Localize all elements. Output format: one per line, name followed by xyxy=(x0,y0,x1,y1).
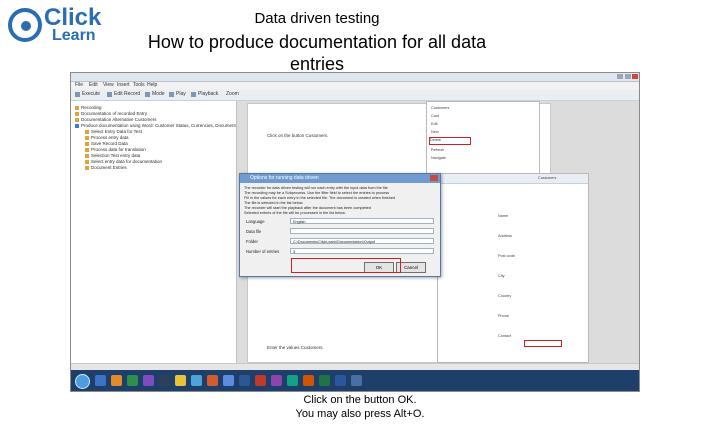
play-icon[interactable] xyxy=(169,92,174,97)
tree-item[interactable]: Save Record Data xyxy=(85,141,128,146)
dialog-info-line: Selected entries of the file will be pro… xyxy=(244,211,346,215)
tree-item-selected[interactable]: Produce documentation using Word: Custom… xyxy=(75,123,253,128)
tree-item[interactable]: Documentation of recorded Entry xyxy=(75,111,147,116)
start-button-icon[interactable] xyxy=(75,374,90,389)
word-icon[interactable] xyxy=(335,375,346,386)
step-icon xyxy=(85,135,89,140)
app-icon[interactable] xyxy=(175,375,186,386)
mode-icon[interactable] xyxy=(145,92,150,97)
entries-count-input[interactable]: 3 xyxy=(290,248,434,254)
tree-item[interactable]: Select Entry Data for Test xyxy=(85,129,142,134)
toolbar-edit-record[interactable]: Edit Record xyxy=(114,91,140,97)
step-icon xyxy=(85,153,89,158)
caption-line-1: Click on the button OK. xyxy=(303,394,417,406)
dialog-info-line: The recording may be a Subprocess. Use t… xyxy=(244,191,390,195)
language-label: Language xyxy=(246,219,265,224)
clicklearn-logo-icon xyxy=(8,8,42,42)
toolbar-zoom[interactable]: Zoom xyxy=(226,91,239,97)
step-icon xyxy=(85,147,89,152)
menu-tools[interactable]: Tools xyxy=(133,82,145,88)
app-icon[interactable] xyxy=(223,375,234,386)
dialog-info-line: Fill in the values for each entry in the… xyxy=(244,196,396,200)
toolbar-execute[interactable]: Execute xyxy=(82,91,100,97)
app-icon[interactable] xyxy=(191,375,202,386)
edit-icon[interactable] xyxy=(107,92,112,97)
dialog-info-line: The file is selected in the list below. xyxy=(244,201,304,205)
folder-icon xyxy=(75,123,79,128)
execute-icon[interactable] xyxy=(75,92,80,97)
step-snapshot: Customers Card Edit New Delete Refresh N… xyxy=(426,101,540,175)
highlight-box xyxy=(524,340,562,347)
tree-item[interactable]: Documentation Alternative Customers xyxy=(75,117,157,122)
explorer-icon[interactable] xyxy=(95,375,106,386)
highlight-box: Delete xyxy=(429,137,471,145)
app-icon[interactable] xyxy=(271,375,282,386)
app-icon[interactable] xyxy=(351,375,362,386)
caption-line-2: You may also press Alt+O. xyxy=(295,408,425,420)
ok-button-highlight xyxy=(291,258,401,273)
entries-count-label: Number of entries xyxy=(246,249,280,254)
data-file-label: Data file xyxy=(246,229,262,234)
dialog-info-line: The recorder for data driven testing wil… xyxy=(244,186,388,190)
status-bar xyxy=(71,363,639,370)
step-icon xyxy=(85,165,89,170)
logo-word-learn: Learn xyxy=(52,27,96,44)
toolbar-play[interactable]: Play xyxy=(176,91,186,97)
app-icon[interactable] xyxy=(159,375,170,386)
tree-item[interactable]: Select entry data for documentation xyxy=(85,159,162,164)
menu-view[interactable]: View xyxy=(103,82,114,88)
app-icon[interactable] xyxy=(143,375,154,386)
dialog-title: Options for running data driven xyxy=(250,175,319,181)
minimize-icon[interactable] xyxy=(617,74,623,79)
close-icon[interactable] xyxy=(632,74,638,79)
application-screenshot: File Edit View Insert Tools Help Execute… xyxy=(70,72,640,392)
excel-icon[interactable] xyxy=(319,375,330,386)
document-step-text: Enter the values Customers. xyxy=(267,345,324,350)
tree-item[interactable]: Process data for translation xyxy=(85,147,146,152)
app-icon[interactable] xyxy=(111,375,122,386)
folder-icon xyxy=(75,105,79,110)
step-icon xyxy=(85,141,89,146)
app-icon[interactable] xyxy=(287,375,298,386)
customer-card-header xyxy=(438,174,588,184)
tree-item[interactable]: Selection Test entry data xyxy=(85,153,140,158)
customer-card-window: Customers Name Address Post code City Co… xyxy=(437,173,589,363)
window-titlebar xyxy=(71,73,639,82)
menu-help[interactable]: Help xyxy=(147,82,157,88)
folder-label: Folder xyxy=(246,239,258,244)
maximize-icon[interactable] xyxy=(625,74,631,79)
data-file-input[interactable] xyxy=(290,228,434,234)
toolbar-playback[interactable]: Playback xyxy=(198,91,218,97)
step-icon xyxy=(85,129,89,134)
menu-file[interactable]: File xyxy=(75,82,83,88)
playback-icon[interactable] xyxy=(191,92,196,97)
dialog-info-line: The recorder will start the playback aft… xyxy=(244,206,371,210)
tree-item[interactable]: Recording xyxy=(75,105,102,110)
menu-edit[interactable]: Edit xyxy=(89,82,98,88)
slide-subtitle: How to produce documentation for all dat… xyxy=(147,32,487,74)
app-icon[interactable] xyxy=(207,375,218,386)
document-step-text: Click on the button Customers. xyxy=(267,133,329,138)
menu-insert[interactable]: Insert xyxy=(117,82,130,88)
instruction-caption: Click on the button OK. You may also pre… xyxy=(180,393,540,421)
folder-icon xyxy=(75,117,79,122)
folder-input[interactable]: C:\Documents\ClickLearn\Documentation\Ou… xyxy=(290,238,434,244)
app-icon[interactable] xyxy=(303,375,314,386)
toolbar-mode[interactable]: Mode xyxy=(152,91,165,97)
app-icon[interactable] xyxy=(255,375,266,386)
folder-icon xyxy=(75,111,79,116)
tree-item[interactable]: Process entry data xyxy=(85,135,129,140)
app-icon[interactable] xyxy=(127,375,138,386)
app-icon[interactable] xyxy=(239,375,250,386)
slide-title: Data driven testing xyxy=(254,10,380,27)
customer-card-title: Customers xyxy=(538,176,557,180)
dialog-close-icon[interactable] xyxy=(430,175,438,181)
tree-item[interactable]: Document Entries xyxy=(85,165,127,170)
language-select[interactable]: English xyxy=(290,218,434,224)
step-icon xyxy=(85,159,89,164)
